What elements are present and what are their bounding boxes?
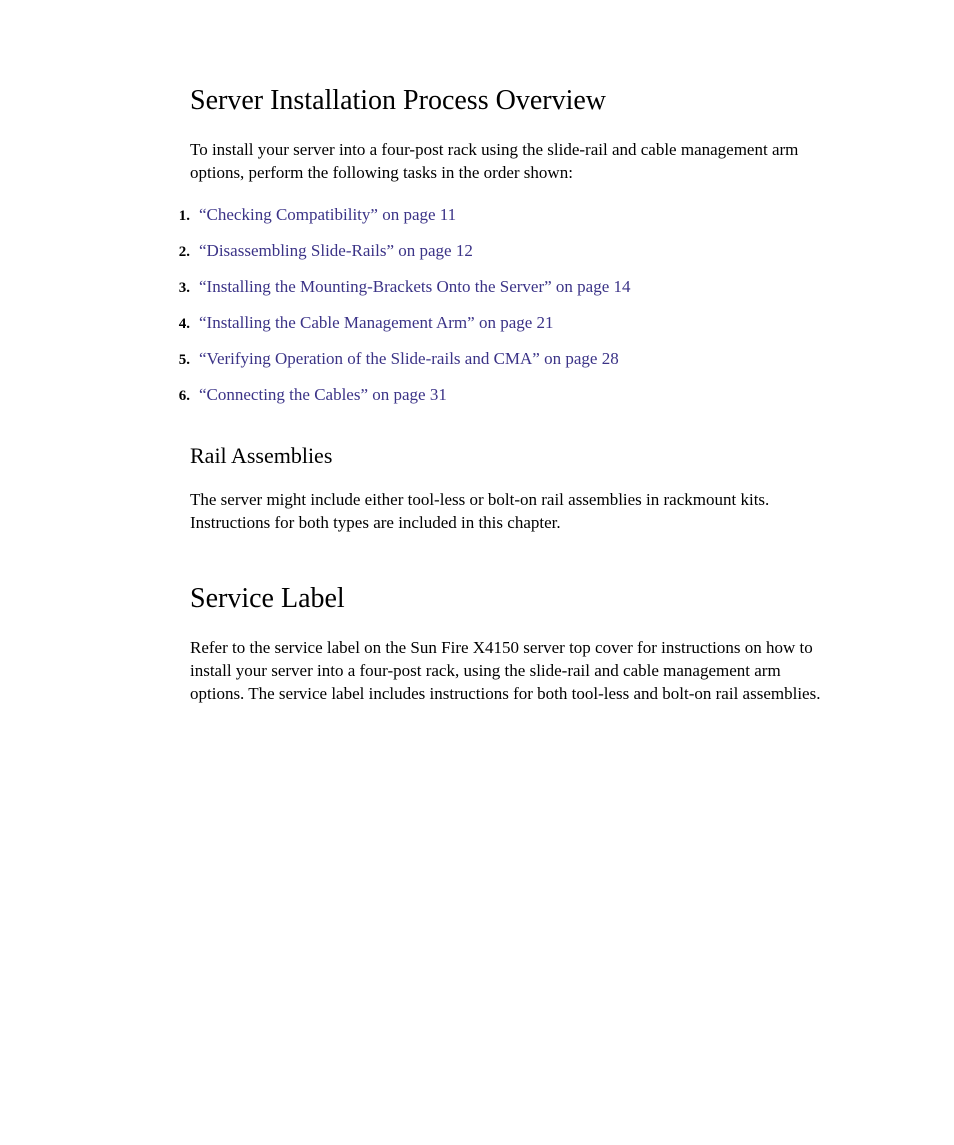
step-number: 5. (165, 352, 190, 369)
step-item: 4. “Installing the Cable Management Arm”… (165, 313, 839, 333)
section-service-label: Service Label Refer to the service label… (190, 583, 839, 706)
step-item: 6. “Connecting the Cables” on page 31 (165, 385, 839, 405)
subsection-body-rail: The server might include either tool-les… (190, 489, 839, 535)
step-link[interactable]: “Disassembling Slide-Rails” on page 12 (199, 241, 473, 261)
step-item: 2. “Disassembling Slide-Rails” on page 1… (165, 241, 839, 261)
step-link[interactable]: “Installing the Mounting-Brackets Onto t… (199, 277, 631, 297)
step-list: 1. “Checking Compatibility” on page 11 2… (165, 205, 839, 405)
section-title-overview: Server Installation Process Overview (190, 85, 839, 117)
step-number: 4. (165, 316, 190, 333)
step-link[interactable]: “Verifying Operation of the Slide-rails … (199, 349, 619, 369)
body-service: Refer to the service label on the Sun Fi… (190, 637, 839, 706)
section-title-service: Service Label (190, 583, 839, 615)
section-overview: Server Installation Process Overview To … (190, 85, 839, 535)
step-item: 5. “Verifying Operation of the Slide-rai… (165, 349, 839, 369)
step-link[interactable]: “Checking Compatibility” on page 11 (199, 205, 456, 225)
step-link[interactable]: “Installing the Cable Management Arm” on… (199, 313, 554, 333)
step-link[interactable]: “Connecting the Cables” on page 31 (199, 385, 447, 405)
step-item: 1. “Checking Compatibility” on page 11 (165, 205, 839, 225)
step-number: 6. (165, 388, 190, 405)
step-number: 3. (165, 280, 190, 297)
step-item: 3. “Installing the Mounting-Brackets Ont… (165, 277, 839, 297)
step-number: 2. (165, 244, 190, 261)
subsection-title-rail: Rail Assemblies (190, 443, 839, 469)
step-number: 1. (165, 208, 190, 225)
intro-paragraph: To install your server into a four-post … (190, 139, 839, 185)
